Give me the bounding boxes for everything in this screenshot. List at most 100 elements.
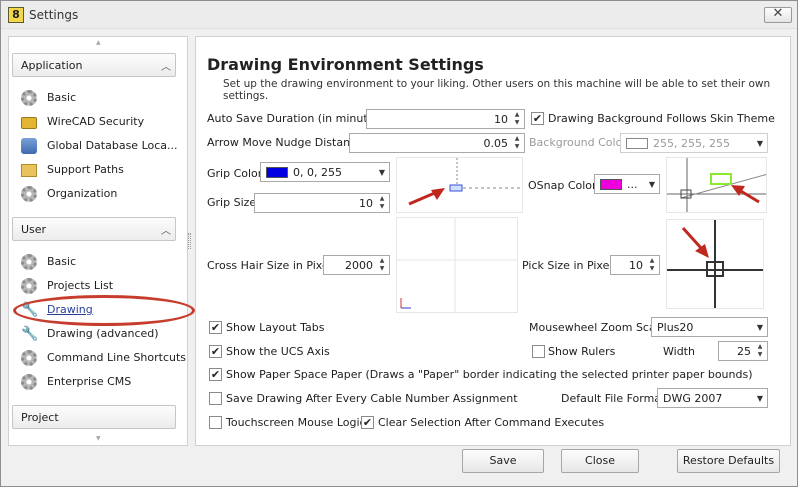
sidebar-item-label: Organization: [47, 187, 118, 200]
scroll-up-icon[interactable]: ▲: [96, 39, 101, 46]
sidebar-item-basic[interactable]: Basic: [21, 88, 171, 108]
app-icon: 8: [8, 7, 24, 23]
show-ucs-label: Show the UCS Axis: [226, 345, 330, 358]
stepper-arrows-icon[interactable]: ▲ ▼: [512, 111, 522, 127]
dropdown-arrow-icon: ▼: [378, 168, 385, 177]
zoom-scale-select[interactable]: Plus20 ▼: [651, 317, 768, 337]
pick-size-preview: [666, 219, 764, 309]
stepper-value: 0.05: [483, 137, 509, 150]
sidebar-item-organization[interactable]: Organization: [21, 184, 171, 204]
sidebar-item-label: Basic: [47, 91, 77, 104]
combo-value: ...: [627, 178, 638, 191]
combo-value: DWG 2007: [663, 392, 723, 405]
width-label: Width: [663, 345, 695, 358]
stepper-arrows-icon[interactable]: ▲ ▼: [755, 343, 765, 359]
group-label: Project: [21, 411, 59, 424]
sidebar-group-application[interactable]: Application ︿: [12, 53, 176, 77]
clear-selection-checkbox[interactable]: ✔: [361, 416, 374, 429]
sidebar-item-user-basic[interactable]: Basic: [21, 252, 171, 272]
touchscreen-checkbox[interactable]: [209, 416, 222, 429]
window-title: Settings: [29, 8, 79, 22]
group-label: Application: [21, 59, 83, 72]
osnap-preview: [666, 157, 767, 213]
sidebar-item-label: Support Paths: [47, 163, 124, 176]
grip-preview: [396, 157, 523, 213]
close-button[interactable]: Close: [561, 449, 639, 473]
save-button[interactable]: Save: [462, 449, 544, 473]
gear-icon: [21, 278, 37, 294]
auto-save-stepper[interactable]: 10 ▲ ▼: [366, 109, 525, 129]
stepper-arrows-icon[interactable]: ▲ ▼: [377, 195, 387, 211]
folder-icon: [21, 164, 37, 177]
crosshair-stepper[interactable]: 2000 ▲ ▼: [323, 255, 390, 275]
stepper-value: 10: [494, 113, 508, 126]
grip-color-select[interactable]: 0, 0, 255 ▼: [260, 162, 390, 182]
wrench-icon: 🔧: [21, 326, 39, 342]
color-swatch: [266, 167, 288, 178]
combo-value: 255, 255, 255: [653, 137, 730, 150]
sidebar-item-label: Basic: [47, 255, 77, 268]
splitter-grip[interactable]: [188, 233, 191, 249]
combo-value: 0, 0, 255: [293, 166, 342, 179]
default-format-select[interactable]: DWG 2007 ▼: [657, 388, 768, 408]
pick-size-label: Pick Size in Pixels: [522, 259, 619, 272]
sidebar-item-projects-list[interactable]: Projects List: [21, 276, 171, 296]
gear-icon: [21, 186, 37, 202]
grip-color-label: Grip Color: [207, 167, 263, 180]
sidebar-group-user[interactable]: User ︿: [12, 217, 176, 241]
restore-defaults-button[interactable]: Restore Defaults: [677, 449, 780, 473]
sidebar-item-label: Enterprise CMS: [47, 375, 132, 388]
follow-skin-label: Drawing Background Follows Skin Theme: [548, 112, 775, 125]
paper-space-label: Show Paper Space Paper (Draws a "Paper" …: [226, 368, 753, 381]
scroll-down-icon[interactable]: ▼: [96, 435, 101, 442]
stepper-arrows-icon[interactable]: ▲ ▼: [512, 135, 522, 151]
sidebar-item-command-line-shortcuts[interactable]: Command Line Shortcuts: [21, 348, 186, 368]
background-color-label: Background Color: [529, 136, 627, 149]
save-after-cable-checkbox[interactable]: [209, 392, 222, 405]
width-stepper[interactable]: 25 ▲ ▼: [718, 341, 768, 361]
sidebar-item-enterprise-cms[interactable]: Enterprise CMS: [21, 372, 171, 392]
grip-size-label: Grip Size: [207, 196, 257, 209]
show-rulers-checkbox[interactable]: [532, 345, 545, 358]
sidebar-item-global-database[interactable]: Global Database Loca...: [21, 136, 178, 156]
stepper-value: 25: [737, 345, 751, 358]
show-ucs-checkbox[interactable]: ✔: [209, 345, 222, 358]
highlight-ring: [13, 295, 195, 326]
gear-icon: [21, 350, 37, 366]
osnap-preview-graphic: [667, 158, 766, 212]
background-color-select: 255, 255, 255 ▼: [620, 133, 768, 153]
sidebar-item-label: Drawing (advanced): [47, 327, 159, 340]
sidebar-item-label: WireCAD Security: [47, 115, 145, 128]
crosshair-label: Cross Hair Size in Pixels: [207, 259, 338, 272]
auto-save-label: Auto Save Duration (in minutes): [207, 112, 385, 125]
dropdown-arrow-icon: ▼: [756, 394, 763, 403]
crosshair-preview: [396, 217, 518, 313]
show-layout-tabs-checkbox[interactable]: ✔: [209, 321, 222, 334]
show-layout-tabs-label: Show Layout Tabs: [226, 321, 325, 334]
follow-skin-checkbox[interactable]: ✔: [531, 112, 544, 125]
sidebar-item-wirecad-security[interactable]: WireCAD Security: [21, 112, 171, 132]
group-label: User: [21, 223, 47, 236]
color-swatch: [626, 138, 648, 149]
database-icon: [21, 138, 37, 154]
default-format-label: Default File Format: [561, 392, 666, 405]
grip-size-stepper[interactable]: 10 ▲ ▼: [254, 193, 390, 213]
nudge-stepper[interactable]: 0.05 ▲ ▼: [349, 133, 525, 153]
sidebar-item-drawing-advanced[interactable]: 🔧 Drawing (advanced): [21, 324, 171, 344]
save-after-cable-label: Save Drawing After Every Cable Number As…: [226, 392, 518, 405]
sidebar-group-project[interactable]: Project: [12, 405, 176, 429]
close-window-button[interactable]: ✕: [764, 7, 792, 23]
chevron-up-icon: ︿: [161, 62, 171, 73]
paper-space-checkbox[interactable]: ✔: [209, 368, 222, 381]
color-swatch: [600, 179, 622, 190]
stepper-arrows-icon[interactable]: ▲ ▼: [647, 257, 657, 273]
sidebar-item-support-paths[interactable]: Support Paths: [21, 160, 171, 180]
crosshair-preview-graphic: [397, 218, 517, 312]
pick-size-stepper[interactable]: 10 ▲ ▼: [610, 255, 660, 275]
sidebar-item-label: Global Database Loca...: [47, 139, 178, 152]
clear-selection-label: Clear Selection After Command Executes: [378, 416, 605, 429]
osnap-color-select[interactable]: ... ▼: [594, 174, 660, 194]
pick-size-preview-graphic: [667, 220, 763, 308]
sidebar-item-label: Command Line Shortcuts: [47, 351, 187, 364]
stepper-arrows-icon[interactable]: ▲ ▼: [377, 257, 387, 273]
